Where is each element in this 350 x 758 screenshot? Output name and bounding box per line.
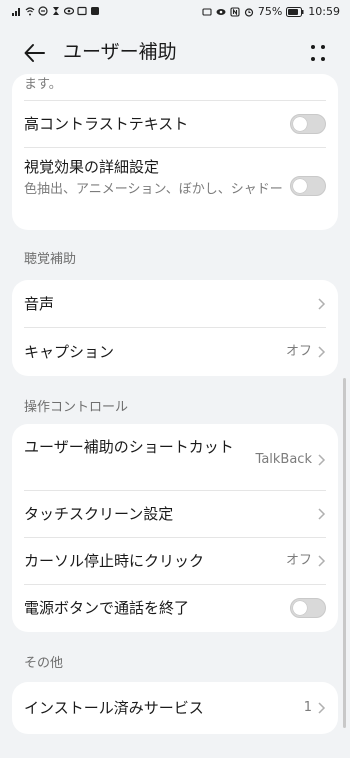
section-header-hearing: 聴覚補助 (24, 252, 77, 267)
installed-services-label: インストール済みサービス (24, 699, 204, 717)
caption-value: オフ (285, 344, 312, 359)
chevron-right-icon (318, 508, 326, 520)
touchscreen-label: タッチスクリーン設定 (24, 505, 174, 523)
touchscreen-row[interactable]: タッチスクリーン設定 (12, 491, 338, 537)
installed-services-row[interactable]: インストール済みサービス 1 (12, 682, 338, 734)
clock: 10:59 (308, 5, 340, 18)
hearing-card: 音声 キャプション オフ (12, 280, 338, 376)
visual-effects-row[interactable]: 視覚効果の詳細設定 色抽出、アニメーション、ぼかし、シャドー (12, 148, 338, 230)
partial-row: ます。 (12, 74, 338, 100)
visual-effects-subtitle: 色抽出、アニメーション、ぼかし、シャドー (24, 182, 283, 197)
eye-comfort-icon (216, 9, 226, 15)
shortcut-label: ユーザー補助のショートカット (24, 438, 234, 456)
visual-effects-toggle[interactable] (290, 176, 326, 196)
visual-effects-label: 視覚効果の詳細設定 (24, 158, 160, 176)
more-options-icon[interactable] (308, 42, 328, 64)
control-card: ユーザー補助のショートカット TalkBack タッチスクリーン設定 カーソル停… (12, 424, 338, 632)
app-notification-icon (91, 7, 99, 15)
chevron-right-icon (318, 454, 326, 466)
sound-row[interactable]: 音声 (12, 280, 338, 327)
caption-row[interactable]: キャプション オフ (12, 328, 338, 376)
page-title: ユーザー補助 (63, 41, 177, 63)
battery-percent: 75% (257, 5, 283, 18)
chevron-right-icon (318, 298, 326, 310)
app-bar: ユーザー補助 (0, 30, 350, 74)
section-header-control: 操作コントロール (24, 400, 129, 415)
section-header-other: その他 (24, 656, 64, 671)
signal-icon (12, 8, 20, 16)
wifi-icon (25, 7, 35, 16)
scrollbar-thumb[interactable] (343, 378, 346, 728)
status-right-icons: 75% 10:59 (202, 6, 340, 18)
high-contrast-text-toggle[interactable] (290, 114, 326, 134)
chevron-right-icon (318, 702, 326, 714)
cursor-click-label: カーソル停止時にクリック (24, 552, 205, 570)
chevron-right-icon (318, 346, 326, 358)
status-bar: 75% 10:59 (0, 0, 350, 26)
caption-label: キャプション (24, 343, 115, 361)
power-end-call-toggle[interactable] (290, 598, 326, 618)
toggle-knob (293, 601, 307, 615)
toggle-knob (293, 117, 307, 131)
eye-icon (64, 7, 74, 15)
chevron-right-icon (318, 555, 326, 567)
partial-text: ます。 (24, 77, 62, 92)
alarm-icon (244, 8, 253, 17)
installed-services-value: 1 (303, 700, 312, 715)
shortcut-value: TalkBack (255, 452, 312, 467)
sound-label: 音声 (24, 295, 55, 313)
cast-icon (202, 8, 212, 16)
status-left-icons (12, 6, 100, 16)
back-arrow-icon[interactable] (22, 40, 48, 66)
toggle-knob (293, 179, 307, 193)
hourglass-icon (53, 7, 59, 15)
power-end-call-row[interactable]: 電源ボタンで通話を終了 (12, 585, 338, 632)
cursor-click-value: オフ (285, 553, 312, 568)
high-contrast-text-row[interactable]: 高コントラストテキスト (12, 101, 338, 147)
nfc-icon (230, 7, 240, 17)
cursor-click-row[interactable]: カーソル停止時にクリック オフ (12, 538, 338, 584)
data-sync-icon (38, 6, 48, 16)
shortcut-row[interactable]: ユーザー補助のショートカット TalkBack (12, 424, 338, 490)
power-end-call-label: 電源ボタンで通話を終了 (24, 599, 190, 617)
screen-icon (77, 6, 87, 16)
battery-icon (286, 7, 304, 17)
high-contrast-text-label: 高コントラストテキスト (24, 115, 189, 133)
display-settings-card: ます。 高コントラストテキスト 視覚効果の詳細設定 色抽出、アニメーション、ぼか… (12, 74, 338, 230)
other-card: インストール済みサービス 1 (12, 682, 338, 734)
